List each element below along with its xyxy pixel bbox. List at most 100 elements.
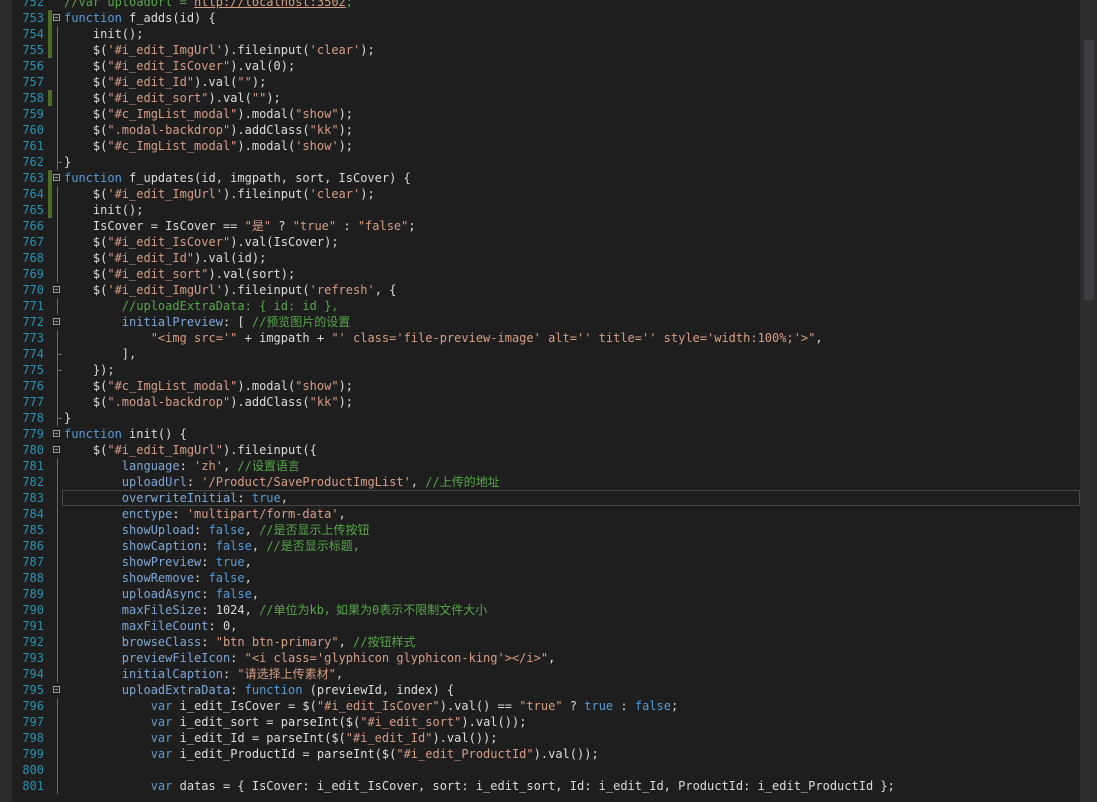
code-token: f_adds(id) { (121, 11, 216, 25)
fold-collapse-icon[interactable] (53, 686, 60, 693)
line-number: 758 (22, 91, 44, 105)
code-line[interactable]: 797 var i_edit_sort = parseInt($("#i_edi… (0, 714, 1080, 730)
code-line[interactable]: 788 showRemove: false, (0, 570, 1080, 586)
code-line[interactable]: 796 var i_edit_IsCover = $("#i_edit_IsCo… (0, 698, 1080, 714)
code-line[interactable]: 778} (0, 410, 1080, 426)
fold-collapse-icon[interactable] (53, 430, 60, 437)
code-line[interactable]: 765 init(); (0, 202, 1080, 218)
code-line[interactable]: 764 $('#i_edit_ImgUrl').fileinput('clear… (0, 186, 1080, 202)
code-line[interactable]: 795 uploadExtraData: function (previewId… (0, 682, 1080, 698)
fold-collapse-icon[interactable] (53, 446, 60, 453)
code-token: //按钮样式 (353, 635, 416, 649)
code-line[interactable]: 783 overwriteInitial: true, (0, 490, 1080, 506)
code-token: ).val()); (461, 715, 527, 729)
code-line[interactable]: 777 $(".modal-backdrop").addClass("kk"); (0, 394, 1080, 410)
code-line[interactable]: 752 //var uploadUrl = http://localhost:35… (0, 0, 1080, 10)
code-line[interactable]: 790 maxFileSize: 1024, //单位为kb，如果为0表示不限制… (0, 602, 1080, 618)
line-number: 796 (22, 699, 44, 713)
fold-guide (57, 90, 58, 106)
code-token: : (201, 539, 216, 553)
code-line[interactable]: 775 }); (0, 362, 1080, 378)
code-line[interactable]: 801 var datas = { IsCover: i_edit_IsCove… (0, 778, 1080, 794)
code-token: ).fileinput( (222, 43, 310, 57)
code-token: ); (338, 123, 354, 137)
code-line[interactable]: 794 initialCaption: "请选择上传素材", (0, 666, 1080, 682)
code-line[interactable]: 755 $('#i_edit_ImgUrl').fileinput('clear… (0, 42, 1080, 58)
code-line[interactable]: 766 IsCover = IsCover == "是" ? "true" : … (0, 218, 1080, 234)
code-line[interactable]: 768 $("#i_edit_Id").val(id); (0, 250, 1080, 266)
fold-guide (57, 650, 58, 666)
code-token: '#i_edit_ImgUrl' (107, 283, 223, 297)
code-line[interactable]: 761 $("#c_ImgList_modal").modal('show'); (0, 138, 1080, 154)
code-line[interactable]: 772 initialPreview: [ //预览图片的设置 (0, 314, 1080, 330)
code-line[interactable]: 771 //uploadExtraData: { id: id }, (0, 298, 1080, 314)
line-number: 764 (22, 187, 44, 201)
code-line[interactable]: 791 maxFileCount: 0, (0, 618, 1080, 634)
code-line[interactable]: 767 $("#i_edit_IsCover").val(IsCover); (0, 234, 1080, 250)
code-line[interactable]: 757 $("#i_edit_Id").val(""); (0, 74, 1080, 90)
code-line[interactable]: 762} (0, 154, 1080, 170)
code-line[interactable]: 799 var i_edit_ProductId = parseInt($("#… (0, 746, 1080, 762)
line-number: 795 (22, 683, 44, 697)
code-line[interactable]: 769 $("#i_edit_sort").val(sort); (0, 266, 1080, 282)
fold-guide (57, 698, 58, 714)
code-token: ); (338, 139, 354, 153)
code-lines[interactable]: 752 //var uploadUrl = http://localhost:35… (0, 0, 1080, 794)
code-token: function (64, 171, 122, 185)
scrollbar-thumb[interactable] (1084, 40, 1094, 300)
fold-guide (57, 602, 58, 618)
code-line[interactable]: 759 $("#c_ImgList_modal").modal("show"); (0, 106, 1080, 122)
fold-collapse-icon[interactable] (53, 318, 60, 325)
code-token: "show" (295, 379, 339, 393)
fold-collapse-icon[interactable] (53, 174, 60, 181)
code-line[interactable]: 784 enctype: 'multipart/form-data', (0, 506, 1080, 522)
code-line[interactable]: 800 (0, 762, 1080, 778)
code-line[interactable]: 763 function f_updates(id, imgpath, sort,… (0, 170, 1080, 186)
code-line[interactable]: 780 $("#i_edit_ImgUrl").fileinput({ (0, 442, 1080, 458)
code-token: "#i_edit_sort" (107, 267, 209, 281)
code-line[interactable]: 774 ], (0, 346, 1080, 362)
code-line[interactable]: 781 language: 'zh', //设置语言 (0, 458, 1080, 474)
code-text: initialCaption: "请选择上传素材", (64, 666, 343, 682)
fold-guide (57, 378, 58, 394)
code-line[interactable]: 798 var i_edit_Id = parseInt($("#i_edit_… (0, 730, 1080, 746)
code-token: "true" (519, 699, 563, 713)
code-text: //uploadExtraData: { id: id }, (64, 298, 339, 314)
code-token: false (208, 523, 245, 537)
code-line[interactable]: 753 function f_adds(id) { (0, 10, 1080, 26)
code-line[interactable]: 758 $("#i_edit_sort").val(""); (0, 90, 1080, 106)
change-marker (48, 42, 52, 58)
code-line[interactable]: 789 uploadAsync: false, (0, 586, 1080, 602)
code-line[interactable]: 776 $("#c_ImgList_modal").modal("show"); (0, 378, 1080, 394)
code-token: false (208, 571, 245, 585)
code-line[interactable]: 756 $("#i_edit_IsCover").val(0); (0, 58, 1080, 74)
code-line[interactable]: 787 showPreview: true, (0, 554, 1080, 570)
code-editor[interactable]: 752 //var uploadUrl = http://localhost:35… (0, 0, 1097, 802)
code-token: ).val()); (533, 747, 599, 761)
vertical-scrollbar[interactable] (1080, 0, 1097, 802)
code-line[interactable]: 754 init(); (0, 26, 1080, 42)
fold-collapse-icon[interactable] (53, 14, 60, 21)
code-line[interactable]: 779 function init() { (0, 426, 1080, 442)
code-line[interactable]: 760 $(".modal-backdrop").addClass("kk"); (0, 122, 1080, 138)
fold-collapse-icon[interactable] (53, 286, 60, 293)
code-token: "#i_edit_Id" (345, 731, 433, 745)
code-line[interactable]: 782 uploadUrl: '/Product/SaveProductImgL… (0, 474, 1080, 490)
fold-guide (57, 74, 58, 90)
code-token: ).modal( (237, 379, 296, 393)
line-number: 769 (22, 267, 44, 281)
code-token: ".modal-backdrop" (107, 123, 231, 137)
fold-guide (57, 42, 58, 58)
code-line[interactable]: 770 $('#i_edit_ImgUrl').fileinput('refre… (0, 282, 1080, 298)
fold-guide (57, 554, 58, 570)
code-text: init(); (64, 26, 144, 42)
code-token: //是否显示上传按钮 (259, 523, 370, 537)
code-text: //var uploadUrl = http://localhost:3502; (64, 0, 353, 10)
code-line[interactable]: 792 browseClass: "btn btn-primary", //按钮… (0, 634, 1080, 650)
code-text: } (64, 154, 71, 170)
code-line[interactable]: 786 showCaption: false, //是否显示标题, (0, 538, 1080, 554)
code-line[interactable]: 793 previewFileIcon: "<i class='glyphico… (0, 650, 1080, 666)
code-token: "#c_ImgList_modal" (107, 107, 238, 121)
code-line[interactable]: 785 showUpload: false, //是否显示上传按钮 (0, 522, 1080, 538)
code-line[interactable]: 773 "<img src='" + imgpath + "' class='f… (0, 330, 1080, 346)
